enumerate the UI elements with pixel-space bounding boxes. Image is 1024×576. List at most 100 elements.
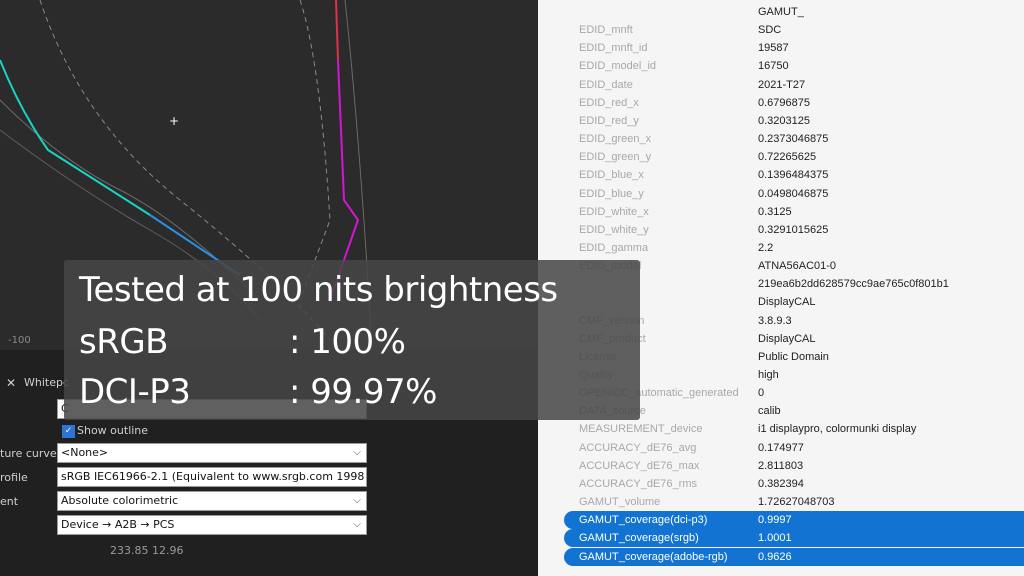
overlay-dcip3-value: : 99.97%: [289, 372, 437, 412]
row-value: 0.6796875: [758, 96, 810, 109]
overlay-dcip3-name: DCI-P3: [79, 372, 191, 412]
row-value: 219ea6b2dd628579cc9ae765c0f801b1: [758, 278, 949, 291]
row-key: ACCURACY_dE76_rms: [579, 477, 697, 490]
row-value: 2.2: [758, 241, 774, 254]
chevron-down-icon: ⌵: [353, 519, 361, 530]
row-key: EDID_blue_y: [579, 187, 644, 200]
table-row[interactable]: EDID_model_id 16750: [538, 57, 1024, 75]
row-value: DisplayCAL: [758, 332, 816, 345]
row-value: calib: [758, 405, 781, 418]
row-value: 2021-T27: [758, 78, 806, 91]
table-row[interactable]: GAMUT_coverage(adobe-rgb) 0.9626: [564, 547, 1024, 566]
row-key: EDID_date: [579, 78, 633, 91]
row-key: GAMUT_coverage(dci-p3): [579, 514, 708, 527]
row-value: 0.174977: [758, 441, 804, 454]
row-value: 0.9997: [758, 514, 792, 527]
table-row[interactable]: GAMUT_volume 1.72627048703: [538, 493, 1024, 511]
row-key: EDID_mnft_id: [579, 42, 648, 55]
table-row[interactable]: GAMUT_coverage(srgb) 1.0001: [564, 529, 1024, 548]
select-value: Device → A2B → PCS: [61, 518, 175, 531]
row-value: 0.1396484375: [758, 169, 829, 182]
overlay-srgb-value: : 100%: [289, 322, 406, 362]
row-value: ATNA56AC01-0: [758, 260, 837, 273]
table-row[interactable]: EDID_white_x 0.3125: [538, 203, 1024, 221]
table-row[interactable]: EDID_green_x 0.2373046875: [538, 130, 1024, 148]
row-value: 19587: [758, 42, 789, 55]
row-value: 0.3203125: [758, 114, 810, 127]
table-row[interactable]: EDID_mnft SDC: [538, 21, 1024, 39]
row-key: EDID_gamma: [579, 241, 649, 254]
row-key: EDID_red_y: [579, 114, 639, 127]
table-row[interactable]: ACCURACY_dE76_avg 0.174977: [538, 439, 1024, 457]
row-value: 2.811803: [758, 459, 804, 472]
overlay-srgb-name: sRGB: [79, 322, 169, 362]
table-row[interactable]: MEASUREMENT_device i1 displaypro, colormu…: [538, 420, 1024, 438]
table-row[interactable]: EDID_date 2021-T27: [538, 76, 1024, 94]
whitepoint-label: Whitepc: [24, 376, 70, 389]
row-value: 0.72265625: [758, 151, 817, 164]
row-value: i1 displaypro, colormunki display: [758, 423, 917, 436]
overlay-headline: Tested at 100 nits brightness: [79, 270, 558, 310]
select-value: <None>: [61, 446, 109, 459]
tone-curve-select[interactable]: <None> ⌵: [57, 443, 367, 463]
row-value: 0.3291015625: [758, 223, 829, 236]
direction-select[interactable]: Device → A2B → PCS ⌵: [57, 515, 367, 535]
crosshair-icon: +: [169, 114, 179, 128]
select-value: Absolute colorimetric: [61, 494, 179, 507]
cursor-coordinates: 233.85 12.96: [110, 544, 184, 557]
row-value: high: [758, 369, 779, 381]
chevron-down-icon: ⌵: [353, 495, 361, 506]
table-row[interactable]: EDID_blue_x 0.1396484375: [538, 166, 1024, 184]
row-key: EDID_mnft: [579, 24, 633, 37]
row-value: 3.8.9.3: [758, 314, 792, 327]
row-value: 0.0498046875: [758, 187, 829, 200]
row-value: 0: [758, 387, 765, 400]
row-key: GAMUT_coverage(adobe-rgb): [579, 550, 728, 563]
row-key: ACCURACY_dE76_avg: [579, 441, 697, 454]
table-row[interactable]: ACCURACY_dE76_max 2.811803: [538, 457, 1024, 475]
comparison-profile-select[interactable]: sRGB IEC61966-2.1 (Equivalent to www.srg…: [57, 467, 367, 487]
table-row[interactable]: EDID_mnft_id 19587: [538, 39, 1024, 57]
table-row[interactable]: EDID_green_y 0.72265625: [538, 148, 1024, 166]
intent-label: ent: [0, 495, 19, 508]
table-row[interactable]: GAMUT_coverage(dci-p3) 0.9997: [564, 511, 1024, 530]
row-key: EDID_red_x: [579, 96, 639, 109]
row-key: GAMUT_volume: [579, 496, 661, 509]
row-value: 16750: [758, 60, 789, 73]
table-row[interactable]: EDID_blue_y 0.0498046875: [538, 185, 1024, 203]
table-row[interactable]: ACCURACY_dE76_rms 0.382394: [538, 475, 1024, 493]
row-key: EDID_white_y: [579, 223, 649, 236]
row-value: 0.382394: [758, 477, 804, 490]
profile-label: rofile: [0, 471, 28, 484]
table-row[interactable]: EDID_gamma 2.2: [538, 239, 1024, 257]
row-value: 1.72627048703: [758, 496, 835, 509]
row-value: DisplayCAL: [758, 296, 816, 309]
chevron-down-icon: ⌵: [353, 447, 361, 458]
tone-curve-label: ture curve: [0, 447, 57, 460]
row-value: 1.0001: [758, 532, 792, 545]
result-overlay: Tested at 100 nits brightness sRGB : 100…: [64, 260, 640, 420]
row-value: Public Domain: [758, 350, 829, 363]
row-value: 0.2373046875: [758, 133, 829, 146]
row-key: EDID_blue_x: [579, 169, 644, 182]
table-row[interactable]: EDID_white_y 0.3291015625: [538, 221, 1024, 239]
select-value: sRGB IEC61966-2.1 (Equivalent to www.srg…: [61, 470, 367, 483]
row-key: EDID_green_y: [579, 151, 652, 164]
row-key: EDID_white_x: [579, 205, 649, 218]
axis-tick-label: -100: [8, 335, 31, 346]
row-value: GAMUT_: [758, 6, 804, 18]
table-row[interactable]: EDID_red_x 0.6796875: [538, 94, 1024, 112]
row-key: MEASUREMENT_device: [579, 423, 703, 436]
close-icon[interactable]: ✕: [6, 376, 16, 390]
row-value: SDC: [758, 24, 782, 37]
row-key: EDID_model_id: [579, 60, 657, 73]
show-outline-label: Show outline: [77, 424, 149, 437]
show-outline-checkbox[interactable]: ✓: [62, 425, 75, 438]
row-key: ACCURACY_dE76_max: [579, 459, 700, 472]
table-row[interactable]: GAMUT_: [538, 3, 1024, 21]
row-key: GAMUT_coverage(srgb): [579, 532, 699, 545]
table-row[interactable]: EDID_red_y 0.3203125: [538, 112, 1024, 130]
rendering-intent-select[interactable]: Absolute colorimetric ⌵: [57, 491, 367, 511]
row-value: 0.9626: [758, 550, 792, 563]
row-key: EDID_green_x: [579, 133, 652, 146]
